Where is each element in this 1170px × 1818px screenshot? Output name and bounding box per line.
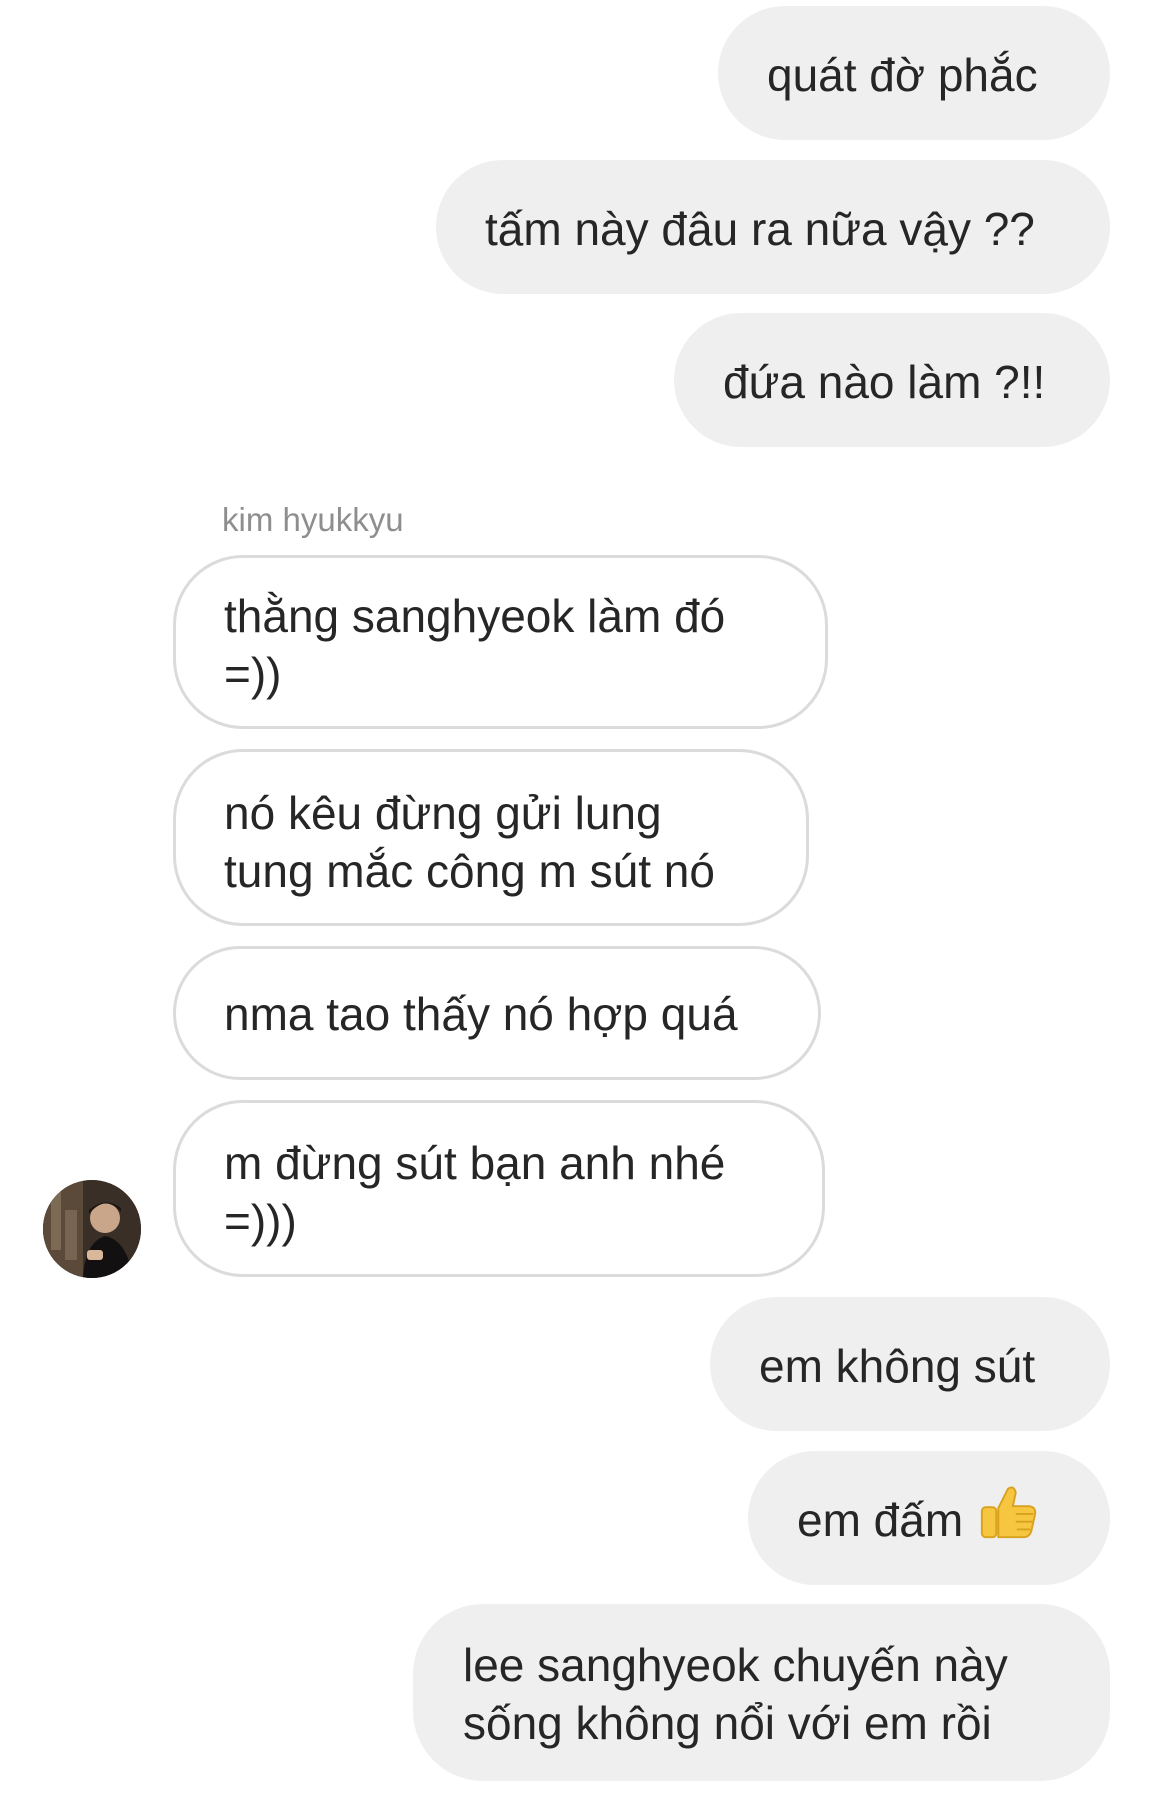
message-text: quát đờ phắc	[767, 49, 1038, 101]
message-text-line: lee sanghyeok chuyến này	[463, 1639, 1008, 1691]
incoming-message[interactable]: nma tao thấy nó hợp quá	[173, 946, 821, 1080]
message-text: em không sút	[759, 1340, 1036, 1392]
message-text-line: tung mắc công m sút nó	[224, 845, 715, 897]
thumbs-up-icon	[977, 1481, 1039, 1556]
message-text: đứa nào làm ?!!	[723, 356, 1046, 408]
message-text-line: =))	[224, 648, 282, 700]
message-text-line: =)))	[224, 1195, 297, 1247]
outgoing-message[interactable]: em đấm	[748, 1451, 1110, 1585]
message-text: nma tao thấy nó hợp quá	[224, 988, 738, 1040]
sender-name: kim hyukkyu	[222, 501, 404, 538]
outgoing-message[interactable]: em không sút	[710, 1297, 1110, 1431]
message-text-line: sống không nổi với em rồi	[463, 1697, 992, 1749]
message-text-line: thằng sanghyeok làm đó	[224, 590, 726, 642]
message-text: tấm này đâu ra nữa vậy ??	[485, 203, 1035, 255]
incoming-message[interactable]: m đừng sút bạn anh nhé =)))	[173, 1100, 825, 1277]
avatar[interactable]	[43, 1180, 141, 1278]
chat-thread: quát đờ phắc tấm này đâu ra nữa vậy ?? đ…	[0, 0, 1170, 1818]
avatar-photo	[43, 1180, 141, 1278]
outgoing-message[interactable]: tấm này đâu ra nữa vậy ??	[436, 160, 1110, 294]
outgoing-message[interactable]: đứa nào làm ?!!	[674, 313, 1110, 447]
message-text-line: nó kêu đừng gửi lung	[224, 787, 662, 839]
outgoing-message[interactable]: lee sanghyeok chuyến này sống không nổi …	[413, 1604, 1110, 1781]
outgoing-message[interactable]: quát đờ phắc	[718, 6, 1110, 140]
message-text: em đấm	[797, 1494, 964, 1546]
incoming-message[interactable]: nó kêu đừng gửi lung tung mắc công m sút…	[173, 749, 809, 926]
message-text-line: m đừng sút bạn anh nhé	[224, 1137, 726, 1189]
incoming-message[interactable]: thằng sanghyeok làm đó =))	[173, 555, 828, 729]
